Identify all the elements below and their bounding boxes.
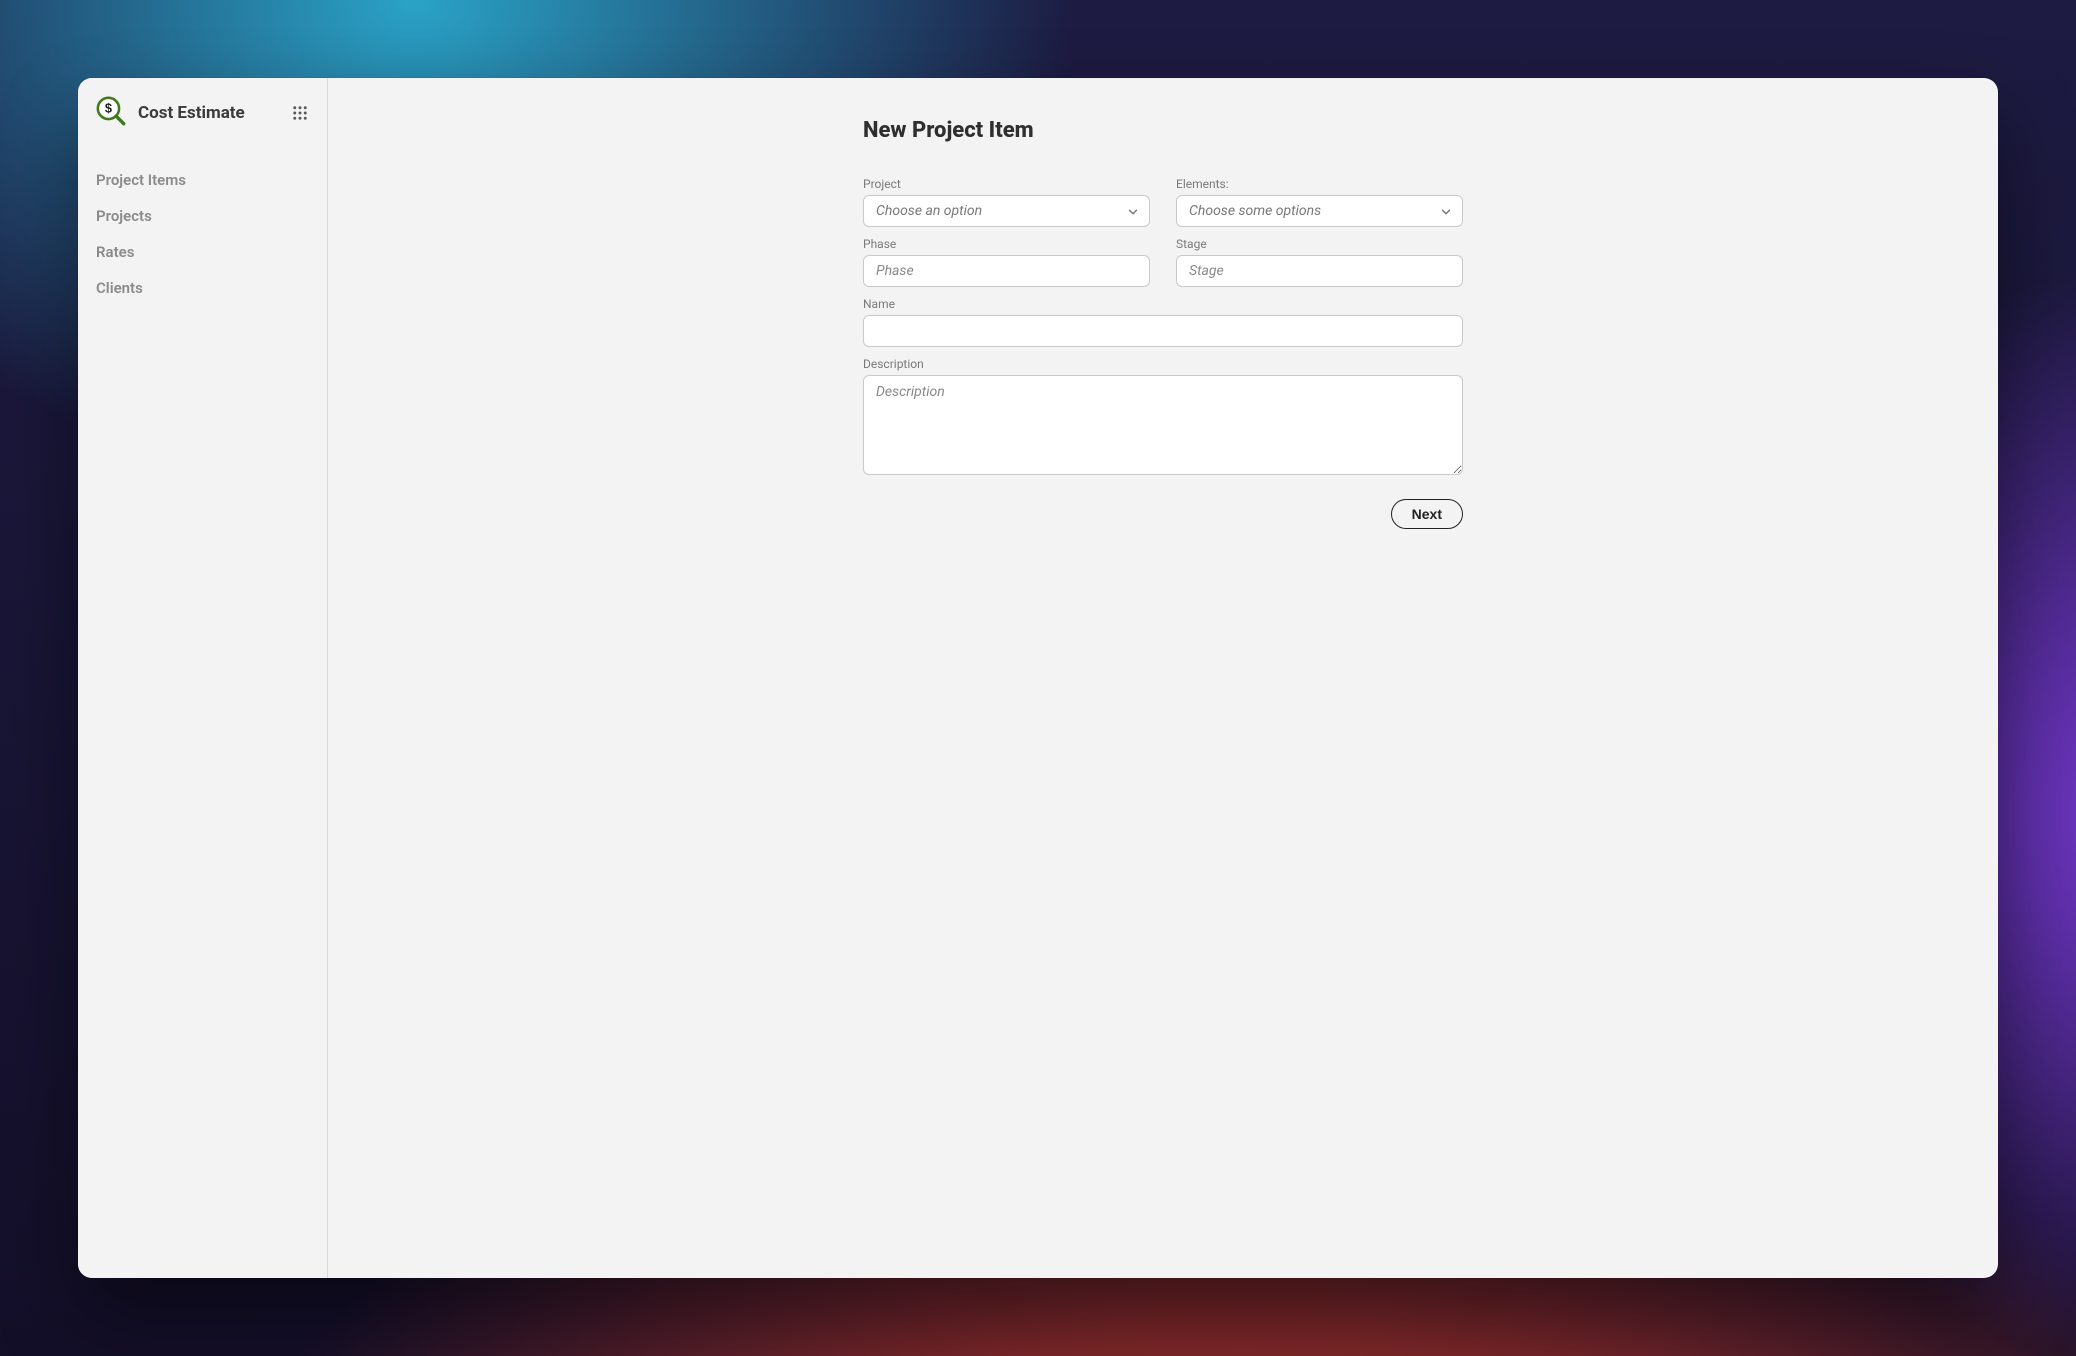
sidebar-item-projects[interactable]: Projects [78,198,327,234]
name-input[interactable] [863,315,1463,347]
field-project: Project Choose an option [863,177,1150,227]
project-label: Project [863,177,1150,191]
app-title: Cost Estimate [138,103,245,123]
sidebar-item-clients[interactable]: Clients [78,270,327,306]
field-phase: Phase [863,237,1150,287]
sidebar-item-label: Rates [96,243,134,261]
stage-label: Stage [1176,237,1463,251]
brand: $ Cost Estimate [94,94,245,132]
app-window: $ Cost Estimate Project Items Projects [78,78,1998,1278]
description-textarea[interactable] [863,375,1463,475]
svg-text:$: $ [105,101,112,116]
next-button[interactable]: Next [1391,499,1463,529]
logo-dollar-magnifier-icon: $ [94,94,128,132]
field-description: Description [863,357,1463,475]
sidebar-item-project-items[interactable]: Project Items [78,162,327,198]
field-elements: Elements: Choose some options [1176,177,1463,227]
sidebar-item-rates[interactable]: Rates [78,234,327,270]
page-title: New Project Item [863,118,1463,143]
phase-label: Phase [863,237,1150,251]
sidebar-header: $ Cost Estimate [78,78,327,148]
project-select[interactable]: Choose an option [863,195,1150,227]
project-select-wrapper: Choose an option [863,195,1150,227]
phase-input[interactable] [863,255,1150,287]
field-name: Name [863,297,1463,347]
sidebar-item-label: Projects [96,207,152,225]
form-grid: Project Choose an option Elements: Choos… [863,177,1463,529]
apps-grid-icon[interactable] [291,104,309,122]
sidebar: $ Cost Estimate Project Items Projects [78,78,328,1278]
elements-select-wrapper: Choose some options [1176,195,1463,227]
elements-select[interactable]: Choose some options [1176,195,1463,227]
main-content: New Project Item Project Choose an optio… [328,78,1998,1278]
elements-label: Elements: [1176,177,1463,191]
new-project-item-form: New Project Item Project Choose an optio… [863,118,1463,529]
field-stage: Stage [1176,237,1463,287]
form-actions: Next [863,499,1463,529]
sidebar-item-label: Project Items [96,171,186,189]
description-label: Description [863,357,1463,371]
name-label: Name [863,297,1463,311]
stage-input[interactable] [1176,255,1463,287]
sidebar-nav: Project Items Projects Rates Clients [78,148,327,320]
sidebar-item-label: Clients [96,279,143,297]
